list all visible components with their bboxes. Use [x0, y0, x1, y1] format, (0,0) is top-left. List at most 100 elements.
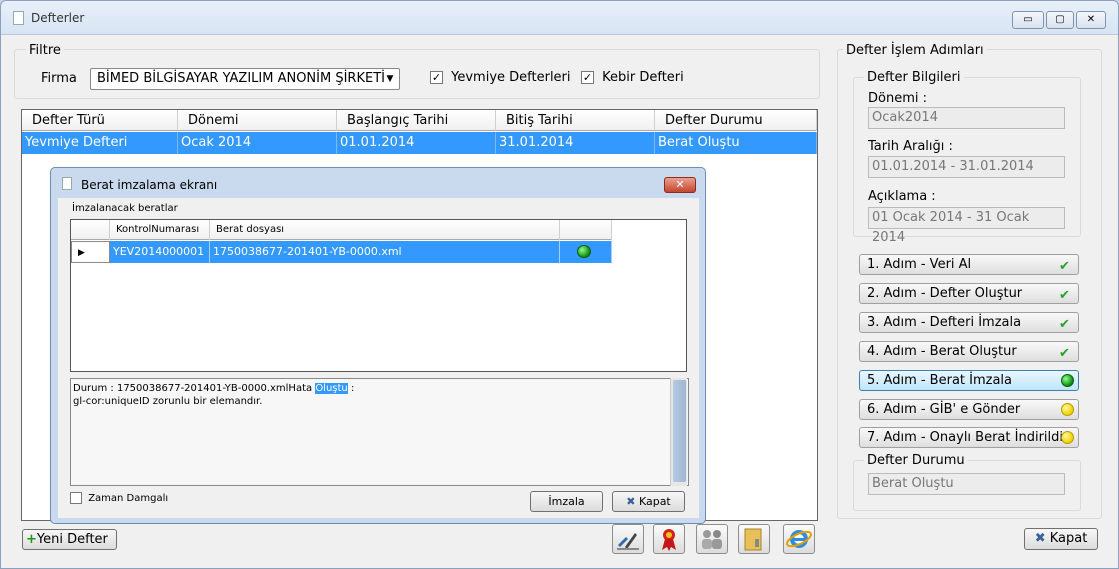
- step-2-button[interactable]: 2. Adım - Defter Oluştur ✔: [859, 283, 1079, 304]
- green-status-icon: [577, 245, 591, 258]
- kebir-checkbox-row[interactable]: ✓ Kebir Defteri: [581, 70, 684, 85]
- steps-group-label: Defter İşlem Adımları: [843, 43, 987, 58]
- step-3-button[interactable]: 3. Adım - Defteri İmzala ✔: [859, 312, 1079, 333]
- table-row[interactable]: ▶ YEV2014000001 1750038677-201401-YB-000…: [71, 241, 612, 263]
- column-header-baslangic[interactable]: Başlangıç Tarihi: [337, 110, 496, 131]
- firma-select[interactable]: BİMED BİLGİSAYAR YAZILIM ANONİM ŞİRKETİ …: [90, 68, 400, 90]
- sign-tools-button[interactable]: [612, 524, 644, 554]
- status-text-area[interactable]: Durum : 1750038677-201401-YB-0000.xmlHat…: [70, 378, 689, 486]
- scrollbar-thumb[interactable]: [673, 380, 686, 482]
- zaman-damgali-checkbox[interactable]: [70, 492, 82, 504]
- step-7-button[interactable]: 7. Adım - Onaylı Berat İndirildi: [859, 427, 1079, 448]
- minimize-button[interactable]: ▭: [1012, 11, 1044, 29]
- zaman-damgali-label: Zaman Damgalı: [88, 493, 169, 504]
- award-ribbon-icon: [662, 529, 676, 551]
- yevmiye-checkbox-row[interactable]: ✓ Yevmiye Defterleri: [430, 70, 571, 85]
- column-header-kontrol[interactable]: KontrolNumarası: [110, 220, 210, 240]
- table-cell: [560, 241, 612, 263]
- table-header: Defter Türü Dönemi Başlangıç Tarihi Biti…: [22, 110, 817, 131]
- berat-table[interactable]: KontrolNumarası Berat dosyası ▶ YEV20140…: [70, 219, 687, 372]
- dialog-kapat-button[interactable]: ✖ Kapat: [612, 491, 685, 512]
- column-header-defter-turu[interactable]: Defter Türü: [22, 110, 178, 131]
- step-1-button[interactable]: 1. Adım - Veri Al ✔: [859, 254, 1079, 275]
- kapat-label: Kapat: [1049, 531, 1088, 546]
- step-6-label: 6. Adım - GİB' e Gönder: [867, 402, 1021, 417]
- firma-select-value: BİMED BİLGİSAYAR YAZILIM ANONİM ŞİRKETİ: [97, 71, 385, 86]
- step-6-button[interactable]: 6. Adım - GİB' e Gönder: [859, 399, 1079, 420]
- column-header-berat-dosyasi[interactable]: Berat dosyası: [210, 220, 560, 240]
- defterler-window: Defterler ▭ ▢ ✕ Filtre Firma BİMED BİLGİ…: [0, 0, 1119, 569]
- check-icon: ✔: [1059, 288, 1070, 303]
- dialog-close-button[interactable]: ✕: [664, 177, 696, 193]
- status-scrollbar[interactable]: [670, 378, 687, 486]
- yevmiye-checkbox-label: Yevmiye Defterleri: [451, 70, 571, 85]
- folder-icon: [744, 528, 762, 551]
- dialog-body: İmzalanacak beratlar KontrolNumarası Ber…: [58, 198, 699, 518]
- close-icon: ✖: [1034, 531, 1046, 546]
- berat-table-header: KontrolNumarası Berat dosyası: [71, 220, 612, 240]
- plus-icon: +: [26, 532, 37, 547]
- kebir-checkbox[interactable]: ✓: [581, 71, 594, 84]
- yellow-status-icon: [1061, 403, 1074, 416]
- yevmiye-checkbox[interactable]: ✓: [430, 71, 443, 84]
- dialog-kapat-label: Kapat: [638, 495, 671, 508]
- kebir-checkbox-label: Kebir Defteri: [602, 70, 684, 85]
- column-header-durum[interactable]: Defter Durumu: [655, 110, 817, 131]
- filter-group-label: Filtre: [26, 43, 64, 58]
- table-cell: 31.01.2014: [496, 132, 655, 154]
- check-icon: ✔: [1059, 259, 1070, 274]
- internet-explorer-icon: [786, 530, 812, 548]
- table-row[interactable]: Yevmiye Defteri Ocak 2014 01.01.2014 31.…: [22, 132, 817, 154]
- step-1-label: 1. Adım - Veri Al: [867, 257, 972, 272]
- status-line-1: Durum : 1750038677-201401-YB-0000.xmlHat…: [73, 382, 686, 395]
- kapat-button[interactable]: ✖ Kapat: [1024, 528, 1098, 550]
- users-icon: [702, 530, 722, 549]
- table-cell: Ocak 2014: [178, 132, 337, 154]
- defter-durumu-label: Defter Durumu: [864, 453, 968, 468]
- tarih-araligi-field: 01.01.2014 - 31.01.2014: [868, 156, 1065, 178]
- close-icon: ✖: [626, 495, 636, 508]
- chevron-down-icon[interactable]: ▼: [381, 69, 399, 89]
- maximize-button[interactable]: ▢: [1046, 11, 1074, 29]
- users-button[interactable]: [696, 524, 728, 554]
- green-status-icon: [1061, 374, 1074, 387]
- column-header-status: [560, 220, 612, 240]
- table-cell: 01.01.2014: [337, 132, 496, 154]
- status-line-1-text: Durum : 1750038677-201401-YB-0000.xmlHat…: [73, 383, 316, 394]
- table-cell: 1750038677-201401-YB-0000.xml: [210, 241, 560, 263]
- zaman-damgali-row[interactable]: Zaman Damgalı: [70, 492, 168, 504]
- status-line-2: gl-cor:uniqueID zorunlu bir elemandır.: [73, 396, 263, 407]
- step-4-button[interactable]: 4. Adım - Berat Oluştur ✔: [859, 341, 1079, 362]
- defter-info-label: Defter Bilgileri: [864, 70, 964, 85]
- step-3-label: 3. Adım - Defteri İmzala: [867, 315, 1022, 330]
- document-icon: [13, 11, 24, 25]
- status-line-1-highlight: Oluştu: [315, 383, 348, 394]
- row-selector-header: [71, 220, 110, 240]
- check-icon: ✔: [1059, 317, 1070, 332]
- imzalanacak-label: İmzalanacak beratlar: [72, 203, 178, 214]
- step-5-button[interactable]: 5. Adım - Berat İmzala: [859, 370, 1079, 391]
- column-header-donemi[interactable]: Dönemi: [178, 110, 337, 131]
- title-bar[interactable]: Defterler ▭ ▢ ✕: [1, 1, 1118, 35]
- step-4-label: 4. Adım - Berat Oluştur: [867, 344, 1017, 359]
- aciklama-field: 01 Ocak 2014 - 31 Ocak 2014: [868, 207, 1065, 245]
- row-selector-icon[interactable]: ▶: [71, 241, 110, 263]
- new-defter-button[interactable]: +Yeni Defter: [22, 529, 117, 550]
- column-header-bitis[interactable]: Bitiş Tarihi: [496, 110, 655, 131]
- imzala-button[interactable]: İmzala: [530, 491, 603, 512]
- table-cell: Yevmiye Defteri: [22, 132, 178, 154]
- berat-imzalama-dialog: Berat imzalama ekranı ✕ İmzalanacak bera…: [50, 167, 706, 524]
- donemi-field: Ocak2014: [868, 107, 1065, 129]
- table-cell: Berat Oluştu: [655, 132, 817, 154]
- internet-explorer-button[interactable]: [783, 524, 815, 554]
- firma-label: Firma: [41, 71, 77, 86]
- window-title: Defterler: [31, 11, 85, 25]
- defter-durumu-field: Berat Oluştu: [868, 473, 1065, 495]
- award-ribbon-button[interactable]: [653, 524, 685, 554]
- aciklama-label: Açıklama :: [868, 189, 936, 204]
- folder-button[interactable]: [738, 524, 770, 554]
- step-7-label: 7. Adım - Onaylı Berat İndirildi: [867, 430, 1063, 445]
- window-close-button[interactable]: ✕: [1076, 11, 1106, 29]
- check-icon: ✔: [1059, 346, 1070, 361]
- status-line-1-suffix: :: [347, 383, 355, 394]
